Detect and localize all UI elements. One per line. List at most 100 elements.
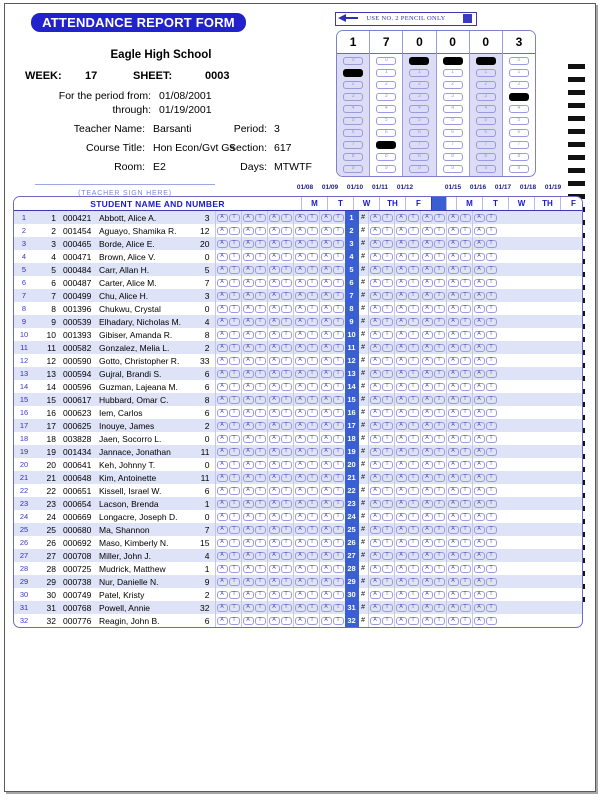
absent-bubble-icon[interactable]: A <box>268 395 280 404</box>
tardy-bubble-icon[interactable]: T <box>280 486 292 495</box>
absent-bubble-icon[interactable]: A <box>421 564 433 573</box>
absent-bubble-icon[interactable]: A <box>421 213 433 222</box>
attendance-cell-w2-t[interactable]: AT <box>393 536 420 549</box>
table-row[interactable]: 12 12 000590 Gotto, Christopher R. 33 A T A T A T A… <box>14 354 582 367</box>
attendance-cell-w1-th[interactable]: AT <box>292 237 319 250</box>
absent-bubble-icon[interactable]: A <box>395 252 407 261</box>
table-row[interactable]: 30 30 000749 Patel, Kristy 2 A T A T A T A T A T 30 # A T A… <box>14 588 582 601</box>
absent-bubble-icon[interactable]: A <box>242 616 254 625</box>
attendance-cell-w2-m[interactable]: AT <box>367 302 394 315</box>
tardy-bubble-icon[interactable]: T <box>228 304 240 313</box>
attendance-cell-w2-th[interactable]: AT <box>445 497 472 510</box>
tardy-bubble-icon[interactable]: T <box>433 551 445 560</box>
attendance-cell-w1-m[interactable]: AT <box>214 302 241 315</box>
tardy-bubble-icon[interactable]: T <box>306 447 318 456</box>
absent-bubble-icon[interactable]: A <box>369 356 381 365</box>
attendance-cell-w2-th[interactable]: AT <box>445 601 472 614</box>
tardy-bubble-icon[interactable]: T <box>407 395 419 404</box>
tardy-bubble-icon[interactable]: T <box>332 317 344 326</box>
tardy-bubble-icon[interactable]: T <box>407 577 419 586</box>
bubble-cell[interactable]: 4 <box>403 104 435 115</box>
absent-bubble-icon[interactable]: A <box>242 421 254 430</box>
tardy-bubble-icon[interactable]: T <box>306 551 318 560</box>
absent-bubble-icon[interactable]: A <box>447 447 459 456</box>
absent-bubble-icon[interactable]: A <box>369 473 381 482</box>
absent-bubble-icon[interactable]: A <box>216 473 228 482</box>
absent-bubble-icon[interactable]: A <box>320 213 332 222</box>
absent-bubble-icon[interactable]: A <box>447 304 459 313</box>
attendance-cell-w1-w[interactable]: AT <box>266 263 293 276</box>
tardy-bubble-icon[interactable]: T <box>228 239 240 248</box>
absent-bubble-icon[interactable]: A <box>473 447 485 456</box>
tardy-bubble-icon[interactable]: T <box>381 447 393 456</box>
absent-bubble-icon[interactable]: A <box>216 551 228 560</box>
tardy-bubble-icon[interactable]: T <box>254 408 266 417</box>
attendance-cell-w1-m[interactable]: AT <box>214 315 241 328</box>
absent-bubble-icon[interactable]: A <box>294 616 306 625</box>
attendance-cell-w2-w[interactable]: AT <box>419 484 446 497</box>
tardy-bubble-icon[interactable]: T <box>280 291 292 300</box>
tardy-bubble-icon[interactable]: T <box>381 460 393 469</box>
attendance-cell-w1-f[interactable]: AT <box>318 393 345 406</box>
attendance-cell-w1-w[interactable]: AT <box>266 445 293 458</box>
bubble-cell[interactable]: 2 <box>403 80 435 91</box>
tardy-bubble-icon[interactable]: T <box>254 395 266 404</box>
tardy-bubble-icon[interactable]: T <box>407 499 419 508</box>
table-row[interactable]: 26 26 000692 Maso, Kimberly N. 15 A T A T A T A T A T 2… <box>14 536 582 549</box>
tardy-bubble-icon[interactable]: T <box>433 408 445 417</box>
tardy-bubble-icon[interactable]: T <box>381 265 393 274</box>
bubble-cell[interactable]: 5 <box>370 116 402 127</box>
tardy-bubble-icon[interactable]: T <box>306 564 318 573</box>
tardy-bubble-icon[interactable]: T <box>459 564 471 573</box>
tardy-bubble-icon[interactable]: T <box>332 408 344 417</box>
bubble-cell[interactable]: 9 <box>337 164 369 175</box>
attendance-cell-w2-f[interactable]: AT <box>471 315 498 328</box>
absent-bubble-icon[interactable]: A <box>395 460 407 469</box>
tardy-bubble-icon[interactable]: T <box>381 239 393 248</box>
tardy-bubble-icon[interactable]: T <box>381 434 393 443</box>
attendance-cell-w1-m[interactable]: AT <box>214 484 241 497</box>
attendance-cell-w2-w[interactable]: AT <box>419 224 446 237</box>
tardy-bubble-icon[interactable]: T <box>407 291 419 300</box>
tardy-bubble-icon[interactable]: T <box>381 382 393 391</box>
tardy-bubble-icon[interactable]: T <box>254 343 266 352</box>
attendance-cell-w2-f[interactable]: AT <box>471 445 498 458</box>
attendance-cell-w1-t[interactable]: AT <box>240 406 267 419</box>
absent-bubble-icon[interactable]: A <box>447 538 459 547</box>
absent-bubble-icon[interactable]: A <box>421 603 433 612</box>
tardy-bubble-icon[interactable]: T <box>459 434 471 443</box>
tardy-bubble-icon[interactable]: T <box>433 473 445 482</box>
absent-bubble-icon[interactable]: A <box>268 343 280 352</box>
tardy-bubble-icon[interactable]: T <box>254 330 266 339</box>
absent-bubble-icon[interactable]: A <box>395 473 407 482</box>
tardy-bubble-icon[interactable]: T <box>407 525 419 534</box>
tardy-bubble-icon[interactable]: T <box>228 408 240 417</box>
tardy-bubble-icon[interactable]: T <box>228 291 240 300</box>
attendance-cell-w1-t[interactable]: AT <box>240 354 267 367</box>
absent-bubble-icon[interactable]: A <box>395 395 407 404</box>
absent-bubble-icon[interactable]: A <box>294 330 306 339</box>
absent-bubble-icon[interactable]: A <box>320 486 332 495</box>
attendance-cell-w2-w[interactable]: AT <box>419 588 446 601</box>
attendance-cell-w2-t[interactable]: AT <box>393 393 420 406</box>
absent-bubble-icon[interactable]: A <box>268 460 280 469</box>
absent-bubble-icon[interactable]: A <box>268 551 280 560</box>
tardy-bubble-icon[interactable]: T <box>254 382 266 391</box>
tardy-bubble-icon[interactable]: T <box>332 538 344 547</box>
absent-bubble-icon[interactable]: A <box>294 395 306 404</box>
absent-bubble-icon[interactable]: A <box>473 395 485 404</box>
absent-bubble-icon[interactable]: A <box>216 525 228 534</box>
attendance-cell-w1-w[interactable]: AT <box>266 328 293 341</box>
table-row[interactable]: 23 23 000654 Lacson, Brenda 1 A T A T A T A T A T 23 # A T… <box>14 497 582 510</box>
absent-bubble-icon[interactable]: A <box>268 291 280 300</box>
absent-bubble-icon[interactable]: A <box>216 395 228 404</box>
tardy-bubble-icon[interactable]: T <box>280 447 292 456</box>
tardy-bubble-icon[interactable]: T <box>228 278 240 287</box>
tardy-bubble-icon[interactable]: T <box>485 317 497 326</box>
tardy-bubble-icon[interactable]: T <box>485 330 497 339</box>
tardy-bubble-icon[interactable]: T <box>433 421 445 430</box>
absent-bubble-icon[interactable]: A <box>395 486 407 495</box>
absent-bubble-icon[interactable]: A <box>395 525 407 534</box>
absent-bubble-icon[interactable]: A <box>395 265 407 274</box>
absent-bubble-icon[interactable]: A <box>216 590 228 599</box>
